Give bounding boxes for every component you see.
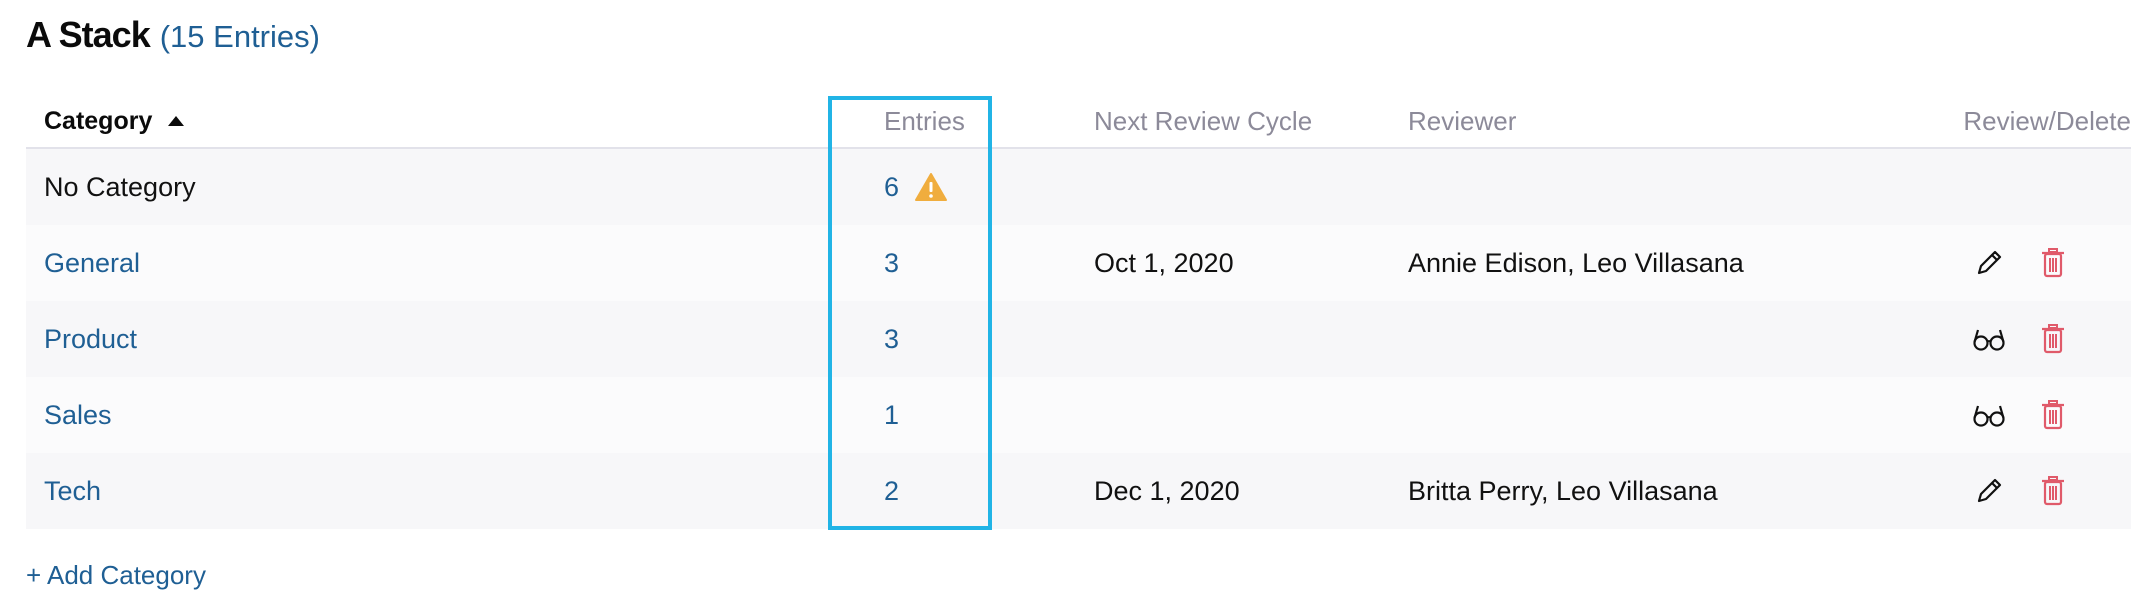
category-table: Category Entries Next Review Cycle Revie… [26,95,2131,529]
column-header-category[interactable]: Category [44,107,185,136]
category-link[interactable]: Product [44,324,137,355]
category-name: No Category [44,171,196,202]
reviewer-names: Britta Perry, Leo Villasana [1408,475,1718,506]
page-header: A Stack (15 Entries) [26,14,320,56]
next-review-date: Oct 1, 2020 [1094,247,1234,278]
entries-count-link[interactable]: 2 [884,476,899,507]
entries-count: (15 Entries) [159,19,320,54]
add-category-link[interactable]: + Add Category [26,560,206,591]
table-row: General 3 Oct 1, 2020 Annie Edison, Leo … [26,225,2131,301]
pencil-icon[interactable] [1971,473,2007,509]
trash-icon[interactable] [2035,321,2071,357]
category-link[interactable]: Sales [44,400,112,431]
table-row: Sales 1 [26,377,2131,453]
trash-icon[interactable] [2035,473,2071,509]
column-header-entries: Entries [884,105,965,136]
trash-icon[interactable] [2035,397,2071,433]
glasses-icon[interactable] [1971,321,2007,357]
reviewer-names: Annie Edison, Leo Villasana [1408,247,1744,278]
entries-count-link[interactable]: 1 [884,400,899,431]
entries-count-link[interactable]: 3 [884,248,899,279]
column-header-reviewer: Reviewer [1408,105,1517,136]
glasses-icon[interactable] [1971,397,2007,433]
page-title: A Stack [26,14,151,55]
category-link[interactable]: General [44,248,140,279]
table-row: No Category 6 [26,149,2131,225]
next-review-date: Dec 1, 2020 [1094,475,1240,506]
category-link[interactable]: Tech [44,476,101,507]
entries-count-link[interactable]: 3 [884,324,899,355]
sort-ascending-icon[interactable] [168,116,185,126]
table-row: Product 3 [26,301,2131,377]
warning-icon [913,169,949,205]
pencil-icon[interactable] [1971,245,2007,281]
column-header-actions: Review/Delete [1963,105,2131,136]
column-header-next-review: Next Review Cycle [1094,105,1313,136]
table-row: Tech 2 Dec 1, 2020 Britta Perry, Leo Vil… [26,453,2131,529]
entries-count-link[interactable]: 6 [884,172,899,203]
trash-icon[interactable] [2035,245,2071,281]
table-header: Category Entries Next Review Cycle Revie… [26,95,2131,149]
